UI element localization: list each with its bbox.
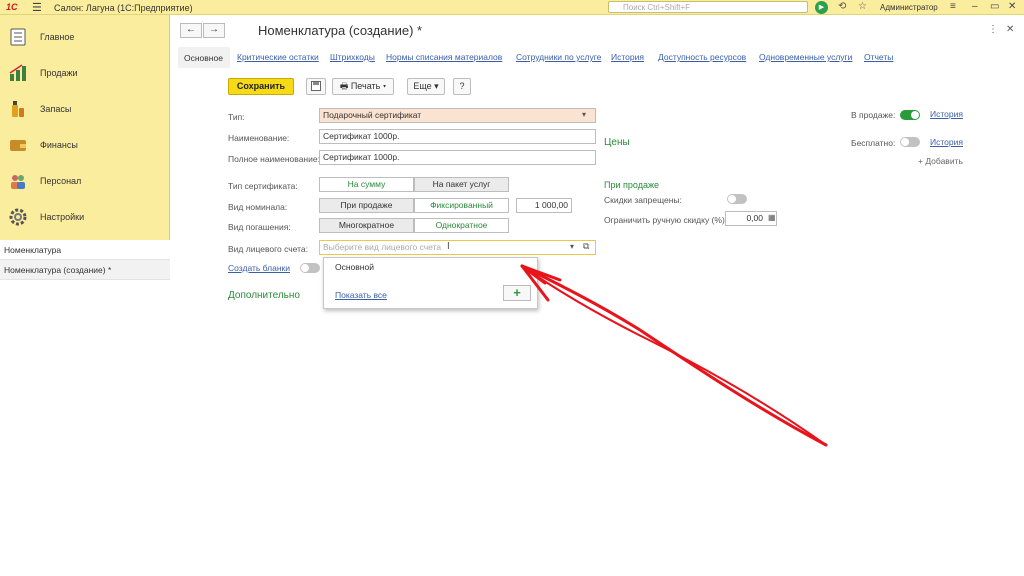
annotation-arrow <box>520 264 828 447</box>
